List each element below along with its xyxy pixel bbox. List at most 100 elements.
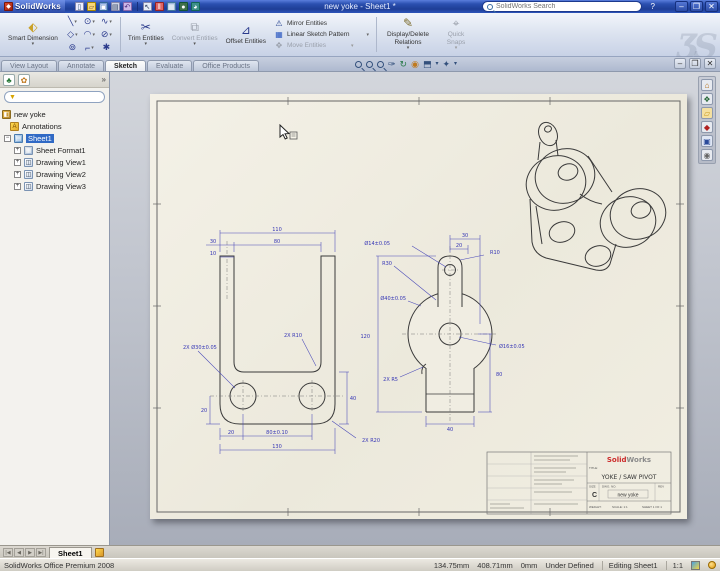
zoom-in-out-icon[interactable] bbox=[377, 61, 384, 68]
shaded-view-icon[interactable]: ◉ bbox=[411, 59, 419, 69]
panel-expand-icon[interactable]: » bbox=[102, 75, 106, 84]
dwg-no-value[interactable]: new yoke bbox=[617, 493, 638, 499]
new-document-icon[interactable]: ▯ bbox=[75, 2, 84, 11]
display-delete-relations-button[interactable]: ✎ Display/Delete Relations ▾ bbox=[380, 13, 436, 56]
tree-item-drawing-view2[interactable]: + ◫ Drawing View2 bbox=[2, 168, 109, 180]
rebuild-icon[interactable]: ‖ bbox=[155, 2, 164, 11]
sheet-format-icon: ▦ bbox=[24, 146, 33, 155]
graphics-area[interactable]: 110 80 30 10 2X R10 2X Ø30±0.05 20 20 80… bbox=[110, 72, 720, 545]
tab-view-layout[interactable]: View Layout bbox=[1, 60, 57, 71]
rectangle-tool-icon[interactable]: ◇▾ bbox=[64, 28, 81, 41]
doc-minimize-button[interactable]: – bbox=[674, 58, 686, 69]
expand-icon[interactable]: + bbox=[14, 183, 21, 190]
tree-filter[interactable]: ▼ bbox=[4, 91, 105, 103]
last-sheet-button[interactable]: ▶| bbox=[36, 548, 46, 557]
side-view[interactable]: 30 20 R10 Ø14±0.05 R30 Ø40±0.05 2X R5 Ø1… bbox=[360, 233, 524, 433]
tip-of-day-icon[interactable] bbox=[708, 561, 716, 569]
text-tool-icon[interactable]: ✱ bbox=[98, 41, 115, 54]
select-icon[interactable]: ↖ bbox=[143, 2, 152, 11]
pattern-tools-group: ⚠ Mirror Entities ▦ Linear Sketch Patter… bbox=[270, 13, 373, 56]
3d-content-icon[interactable]: ◕ bbox=[191, 2, 200, 11]
arc-tool-icon[interactable]: ◠▾ bbox=[81, 28, 98, 41]
expand-icon[interactable]: + bbox=[14, 159, 21, 166]
offset-entities-button[interactable]: ⊿ Offset Entities bbox=[222, 13, 270, 56]
tab-sketch[interactable]: Sketch bbox=[105, 60, 146, 71]
zoom-area-icon[interactable] bbox=[366, 61, 373, 68]
prev-sheet-button[interactable]: ◀ bbox=[14, 548, 24, 557]
tab-office-products[interactable]: Office Products bbox=[193, 60, 259, 71]
smart-dimension-button[interactable]: ⬖ Smart Dimension ▾ bbox=[4, 13, 62, 56]
custom-properties-icon[interactable]: ◉ bbox=[701, 149, 713, 161]
tree-item-annotations[interactable]: A Annotations bbox=[2, 120, 109, 132]
search-input[interactable] bbox=[496, 3, 637, 10]
zoom-fit-icon[interactable] bbox=[355, 61, 362, 68]
property-manager-tab-icon[interactable]: ✿ bbox=[18, 74, 30, 86]
undo-icon[interactable]: ↶ bbox=[123, 2, 132, 11]
tab-evaluate[interactable]: Evaluate bbox=[147, 60, 192, 71]
feature-tree-tab-icon[interactable]: ♣ bbox=[3, 74, 15, 86]
options-icon[interactable]: ▦ bbox=[167, 2, 176, 11]
chevron-down-icon[interactable]: ▾ bbox=[454, 59, 457, 69]
tree-item-sheet1[interactable]: − ▤ Sheet1 bbox=[2, 132, 109, 144]
quick-snaps-button[interactable]: ⌖ Quick Snaps ▾ bbox=[436, 13, 476, 56]
palette-icon[interactable]: ◆ bbox=[701, 121, 713, 133]
save-icon[interactable]: ▣ bbox=[99, 2, 108, 11]
linear-pattern-label: Linear Sketch Pattern bbox=[287, 31, 350, 38]
solidworks-resources-icon[interactable]: ⌂ bbox=[701, 79, 713, 91]
linear-sketch-pattern-button[interactable]: ▦ Linear Sketch Pattern ▾ bbox=[274, 30, 369, 40]
display-style-icon[interactable]: ✦ bbox=[442, 59, 450, 69]
print-icon[interactable]: ▤ bbox=[111, 2, 120, 11]
app-logo[interactable]: ◆ SolidWorks bbox=[0, 0, 65, 13]
tree-item-drawing-view1[interactable]: + ◫ Drawing View1 bbox=[2, 156, 109, 168]
restore-button[interactable]: ❐ bbox=[690, 1, 703, 12]
appearances-icon[interactable]: ▣ bbox=[701, 135, 713, 147]
convert-entities-button[interactable]: ⧉ Convert Entities ▾ bbox=[168, 13, 222, 56]
appearance-icon[interactable]: ● bbox=[179, 2, 188, 11]
fillet-tool-icon[interactable]: ⌐▾ bbox=[81, 41, 98, 54]
pan-icon[interactable]: ✑ bbox=[388, 59, 396, 69]
mirror-entities-button[interactable]: ⚠ Mirror Entities bbox=[274, 19, 369, 29]
front-view-dimensions[interactable] bbox=[198, 230, 356, 454]
point-tool-icon[interactable]: ⊚ bbox=[64, 41, 81, 54]
sheet1-label: Sheet1 bbox=[26, 134, 54, 143]
doc-restore-button[interactable]: ❐ bbox=[689, 58, 701, 69]
display-delete-relations-icon: ✎ bbox=[403, 17, 413, 31]
document-window-controls: – ❐ ✕ bbox=[674, 58, 716, 69]
move-entities-button[interactable]: ✥ Move Entities ▾ bbox=[274, 41, 369, 51]
next-sheet-button[interactable]: ▶ bbox=[25, 548, 35, 557]
ellipse-tool-icon[interactable]: ⊘▾ bbox=[98, 28, 115, 41]
quick-tips-icon[interactable] bbox=[691, 561, 700, 570]
tree-item-drawing-view3[interactable]: + ◫ Drawing View3 bbox=[2, 180, 109, 192]
add-sheet-icon[interactable] bbox=[95, 548, 104, 557]
open-icon[interactable]: ▱ bbox=[87, 2, 96, 11]
solidworks-window: ◆ SolidWorks ▯ ▱ ▣ ▤ ↶ ↖ ‖ ▦ ● ◕ new yok… bbox=[0, 0, 720, 571]
drawing-sheet[interactable]: 110 80 30 10 2X R10 2X Ø30±0.05 20 20 80… bbox=[150, 94, 687, 519]
close-button[interactable]: ✕ bbox=[705, 1, 718, 12]
line-tool-icon[interactable]: ╲▾ bbox=[64, 15, 81, 28]
doc-close-button[interactable]: ✕ bbox=[704, 58, 716, 69]
minimize-button[interactable]: – bbox=[675, 1, 688, 12]
sheet1-tab[interactable]: Sheet1 bbox=[49, 547, 92, 558]
design-library-icon[interactable]: ❖ bbox=[701, 93, 713, 105]
tree-item-root[interactable]: ◧ new yoke bbox=[2, 108, 109, 120]
rotate-view-icon[interactable]: ↻ bbox=[400, 59, 408, 69]
tab-annotate[interactable]: Annotate bbox=[58, 60, 104, 71]
tree-item-sheet-format1[interactable]: + ▦ Sheet Format1 bbox=[2, 144, 109, 156]
file-explorer-icon[interactable]: ▱ bbox=[701, 107, 713, 119]
filter-input[interactable] bbox=[19, 94, 100, 101]
circle-tool-icon[interactable]: ⊙▾ bbox=[81, 15, 98, 28]
expand-icon[interactable]: + bbox=[14, 147, 21, 154]
view-orientation-icon[interactable]: ⬒ bbox=[423, 59, 432, 69]
trim-entities-button[interactable]: ✂ Trim Entities ▾ bbox=[124, 13, 168, 56]
front-view-dimension-text[interactable]: 110 80 30 10 2X R10 2X Ø30±0.05 20 20 80… bbox=[183, 227, 380, 450]
rev-label: REV bbox=[658, 485, 664, 489]
first-sheet-button[interactable]: |◀ bbox=[3, 548, 13, 557]
chevron-down-icon[interactable]: ▾ bbox=[435, 59, 438, 69]
expand-icon[interactable]: + bbox=[14, 171, 21, 178]
collapse-icon[interactable]: − bbox=[4, 135, 11, 142]
search-box[interactable] bbox=[482, 1, 642, 12]
spline-tool-icon[interactable]: ∿▾ bbox=[98, 15, 115, 28]
isometric-view[interactable] bbox=[519, 120, 672, 271]
front-view[interactable]: 110 80 30 10 2X R10 2X Ø30±0.05 20 20 80… bbox=[183, 227, 380, 454]
help-button[interactable]: ? bbox=[651, 2, 655, 11]
